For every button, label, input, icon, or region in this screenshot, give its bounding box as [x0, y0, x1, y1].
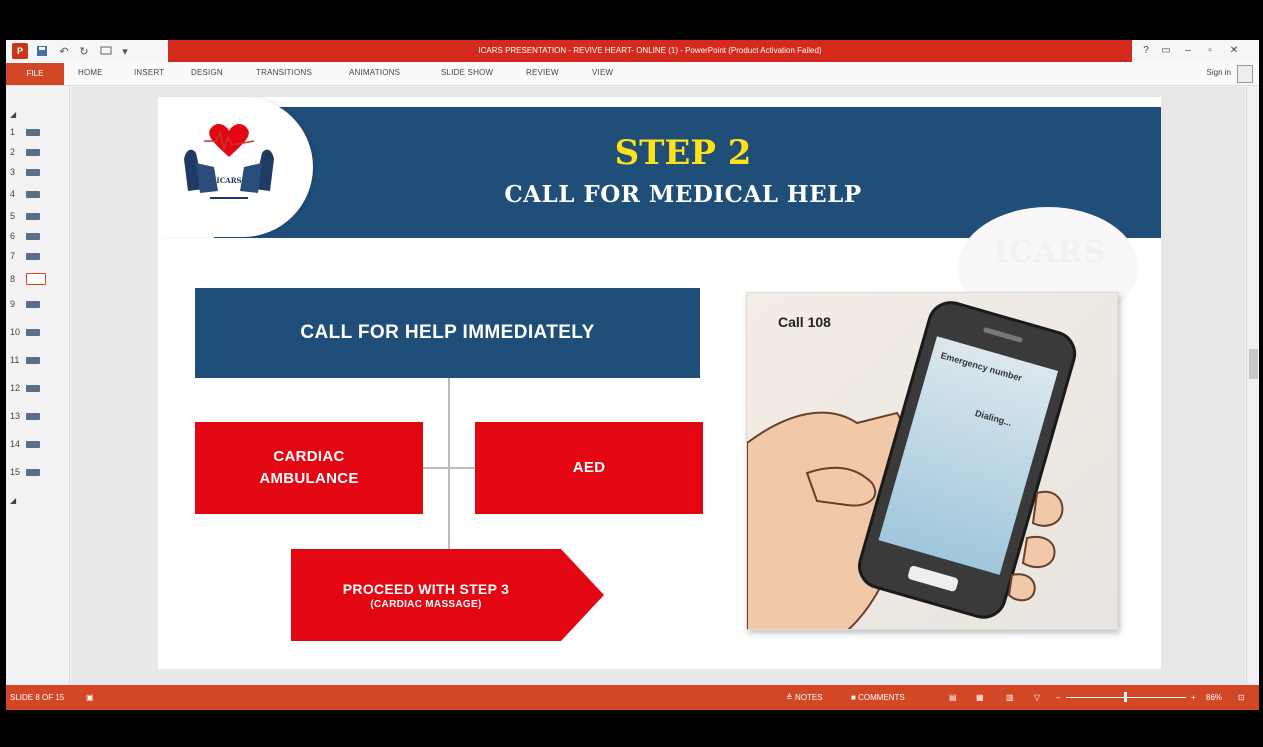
proceed-line1: PROCEED WITH STEP 3 — [342, 580, 510, 597]
flow-connector-vertical — [448, 378, 450, 549]
zoom-slider-knob[interactable] — [1124, 692, 1127, 702]
zoom-out-icon[interactable]: – — [1056, 693, 1060, 702]
minimize-button[interactable]: – — [1178, 43, 1198, 59]
step-subtitle: CALL FOR MEDICAL HELP — [504, 181, 862, 208]
hand-phone-icon: Emergency number Dialing... — [747, 293, 1117, 629]
thumbnail-slide-3[interactable]: 3 — [10, 165, 66, 179]
thumbnail-slide-12[interactable]: 12 — [10, 381, 66, 395]
thumbnail-slide-13[interactable]: 13 — [10, 409, 66, 423]
proceed-step3-arrow: PROCEED WITH STEP 3 (CARDIAC MASSAGE) — [291, 549, 604, 641]
tab-review[interactable]: REVIEW — [526, 68, 559, 77]
icars-logo-icon: ICARS — [184, 124, 274, 199]
thumbnail-slide-8[interactable]: 8 — [10, 272, 66, 286]
help-icon[interactable]: ? — [1136, 43, 1156, 59]
screen: P ↶ ↻ ▾ ICARS PRESENTATION - REVIVE HEAR… — [0, 0, 1263, 747]
tab-design[interactable]: DESIGN — [191, 68, 223, 77]
vertical-scrollbar[interactable] — [1246, 87, 1259, 685]
cardiac-ambulance-label: CARDIAC AMBULANCE — [259, 448, 359, 487]
start-slideshow-icon[interactable] — [98, 43, 114, 59]
section-footer[interactable]: ◢ — [10, 493, 66, 507]
tab-animations[interactable]: ANIMATIONS — [349, 68, 400, 77]
section-header[interactable]: ◢ — [10, 107, 66, 121]
customize-toolbar-icon[interactable]: ▾ — [118, 43, 132, 59]
cardiac-ambulance-box: CARDIAC AMBULANCE — [195, 422, 423, 514]
ribbon-tabs: FILE HOME INSERT DESIGN TRANSITIONS ANIM… — [6, 62, 1259, 86]
logo-area: ICARS — [158, 97, 313, 237]
fit-slide-icon[interactable]: ⊡ — [1238, 693, 1245, 702]
restore-button[interactable]: ▫ — [1200, 43, 1220, 59]
slide-thumbnails-pane: ◢ 1 2 3 4 5 6 7 8 9 10 11 12 13 14 15 ◢ — [6, 87, 70, 685]
thumbnail-slide-4[interactable]: 4 — [10, 187, 66, 201]
aed-box: AED — [475, 422, 703, 514]
tab-view[interactable]: VIEW — [592, 68, 613, 77]
undo-icon[interactable]: ↶ — [56, 43, 72, 59]
logo-text: ICARS — [216, 176, 241, 185]
ribbon-display-options-icon[interactable]: ▭ — [1156, 43, 1176, 59]
call-for-help-box: CALL FOR HELP IMMEDIATELY — [195, 288, 700, 378]
zoom-level[interactable]: 86% — [1206, 693, 1222, 702]
thumbnail-slide-6[interactable]: 6 — [10, 229, 66, 243]
watermark: ICARS — [993, 235, 1107, 270]
notes-label: NOTES — [794, 693, 823, 702]
notes-button[interactable]: ≙ NOTES — [786, 693, 823, 702]
powerpoint-window: P ↶ ↻ ▾ ICARS PRESENTATION - REVIVE HEAR… — [6, 40, 1259, 710]
slide-canvas[interactable]: ICARS STEP 2 CALL FOR MEDICAL HELP ICARS… — [158, 97, 1161, 669]
normal-view-icon[interactable]: ▤ — [949, 693, 957, 702]
tab-home[interactable]: HOME — [78, 68, 103, 77]
thumbnail-slide-14[interactable]: 14 — [10, 437, 66, 451]
thumbnail-slide-2[interactable]: 2 — [10, 145, 66, 159]
image-caption: Call 108 — [778, 314, 831, 330]
tab-slide-show[interactable]: SLIDE SHOW — [441, 68, 493, 77]
thumbnail-slide-7[interactable]: 7 — [10, 249, 66, 263]
avatar[interactable] — [1237, 65, 1253, 83]
thumbnail-slide-10[interactable]: 10 — [10, 325, 66, 339]
flow-connector-horizontal — [423, 467, 475, 469]
thumbnail-slide-5[interactable]: 5 — [10, 209, 66, 223]
proceed-line2: (CARDIAC MASSAGE) — [370, 598, 482, 610]
slideshow-view-icon[interactable]: ▽ — [1034, 693, 1040, 702]
save-icon[interactable] — [34, 43, 50, 59]
zoom-in-icon[interactable]: + — [1191, 693, 1196, 702]
window-title: ICARS PRESENTATION - REVIVE HEART- ONLIN… — [168, 40, 1132, 62]
scrollbar-thumb[interactable] — [1249, 349, 1258, 379]
tab-insert[interactable]: INSERT — [134, 68, 164, 77]
slide-sorter-icon[interactable]: ▦ — [976, 693, 984, 702]
spelling-icon[interactable]: ▣ — [86, 693, 94, 702]
comments-button[interactable]: ■ COMMENTS — [851, 693, 905, 702]
status-bar: SLIDE 8 OF 15 ▣ ≙ NOTES ■ COMMENTS ▤ ▦ ▥… — [6, 685, 1259, 710]
thumbnail-slide-9[interactable]: 9 — [10, 297, 66, 311]
thumbnail-slide-1[interactable]: 1 — [10, 125, 66, 139]
sign-in-link[interactable]: Sign in — [1207, 68, 1231, 77]
tab-file[interactable]: FILE — [6, 63, 64, 85]
slide-counter: SLIDE 8 OF 15 — [10, 693, 65, 702]
step-title: STEP 2 — [614, 133, 752, 173]
thumbnail-slide-15[interactable]: 15 — [10, 465, 66, 479]
title-bar: P ↶ ↻ ▾ ICARS PRESENTATION - REVIVE HEAR… — [6, 40, 1259, 62]
thumbnail-slide-11[interactable]: 11 — [10, 353, 66, 367]
reading-view-icon[interactable]: ▥ — [1006, 693, 1014, 702]
close-button[interactable]: ✕ — [1224, 43, 1244, 59]
tab-transitions[interactable]: TRANSITIONS — [256, 68, 312, 77]
powerpoint-app-icon[interactable]: P — [12, 43, 28, 59]
redo-icon[interactable]: ↻ — [76, 43, 92, 59]
phone-illustration: Emergency number Dialing... Call 108 — [746, 292, 1118, 630]
proceed-text: PROCEED WITH STEP 3 (CARDIAC MASSAGE) — [291, 549, 561, 641]
comments-label: COMMENTS — [858, 693, 905, 702]
